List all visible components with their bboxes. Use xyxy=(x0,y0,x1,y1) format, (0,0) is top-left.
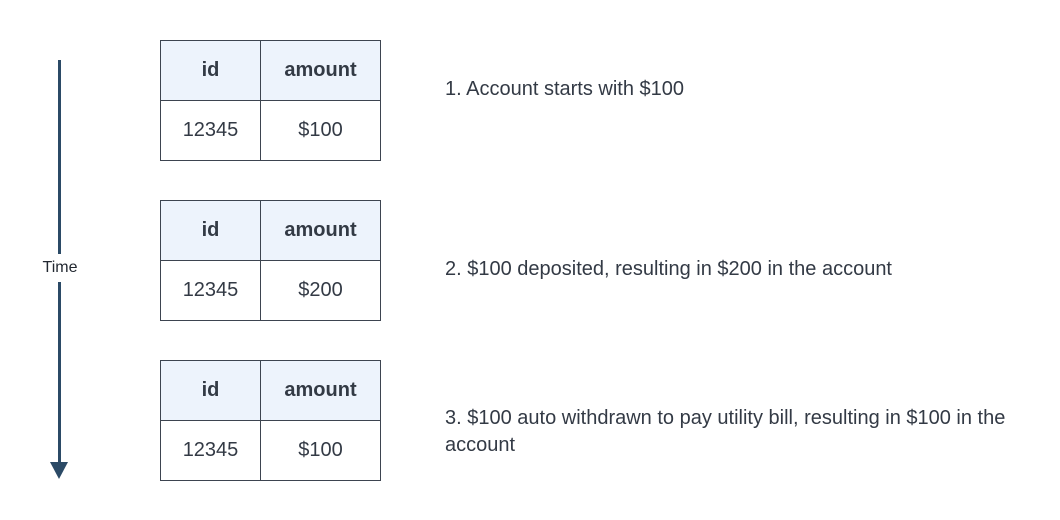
table-header-row: id amount xyxy=(160,40,381,101)
column-header-id: id xyxy=(160,360,261,421)
arrow-down-icon xyxy=(50,462,68,479)
table-header-row: id amount xyxy=(160,200,381,261)
column-header-id: id xyxy=(160,200,261,261)
account-balance-timeline-diagram: Time id amount 12345 $100 1. Account sta… xyxy=(0,0,1060,520)
column-header-amount: amount xyxy=(260,200,381,261)
cell-id: 12345 xyxy=(160,100,261,161)
table-header-row: id amount xyxy=(160,360,381,421)
table-row: 12345 $200 xyxy=(160,260,381,321)
step-2-note: 2. $100 deposited, resulting in $200 in … xyxy=(445,258,892,280)
cell-amount: $100 xyxy=(260,100,381,161)
step-3-note: 3. $100 auto withdrawn to pay utility bi… xyxy=(445,407,1006,456)
cell-id: 12345 xyxy=(160,260,261,321)
cell-id: 12345 xyxy=(160,420,261,481)
table-row: 12345 $100 xyxy=(160,420,381,481)
account-table-step-3: id amount 12345 $100 xyxy=(160,360,381,481)
column-header-amount: amount xyxy=(260,360,381,421)
table-row: 12345 $100 xyxy=(160,100,381,161)
column-header-amount: amount xyxy=(260,40,381,101)
account-table-step-2: id amount 12345 $200 xyxy=(160,200,381,321)
column-header-id: id xyxy=(160,40,261,101)
timeline-label: Time xyxy=(33,254,87,282)
account-table-step-1: id amount 12345 $100 xyxy=(160,40,381,161)
cell-amount: $100 xyxy=(260,420,381,481)
cell-amount: $200 xyxy=(260,260,381,321)
step-1-note: 1. Account starts with $100 xyxy=(445,78,685,100)
